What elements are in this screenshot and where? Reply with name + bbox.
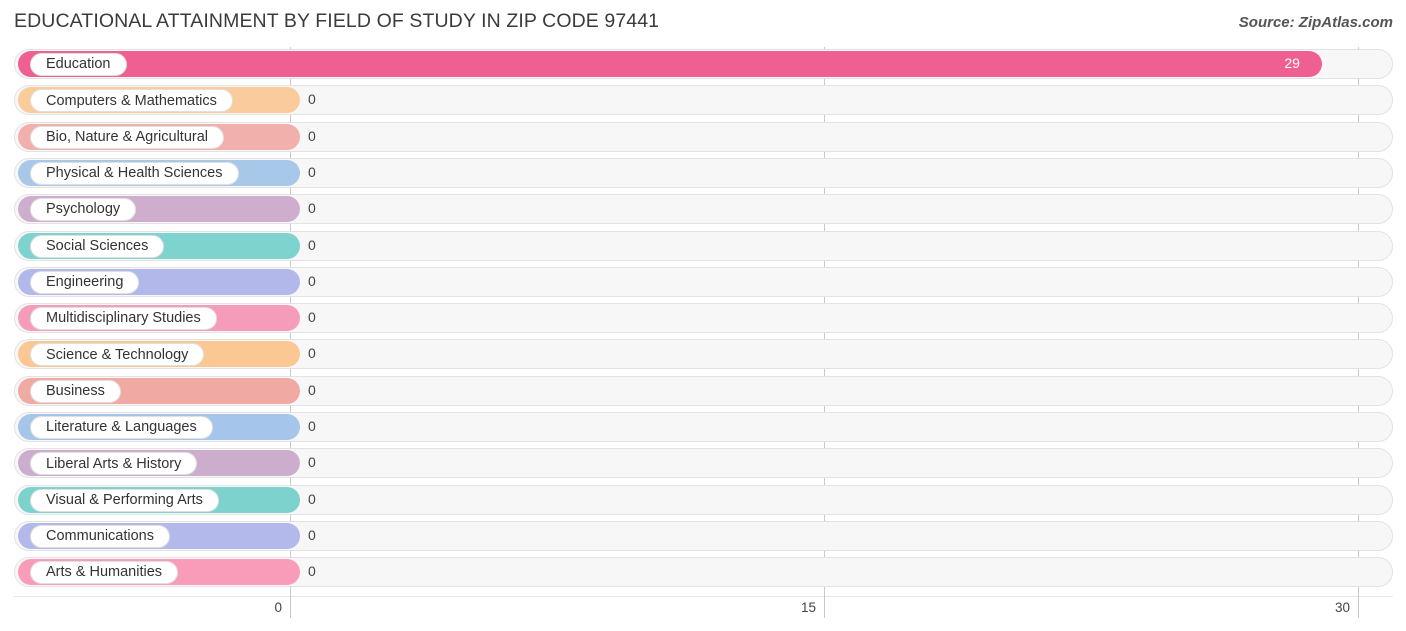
table-row: Communications 0 bbox=[0, 519, 1406, 555]
bar-value: 0 bbox=[308, 418, 316, 434]
bar-label-text: Bio, Nature & Agricultural bbox=[46, 128, 208, 145]
table-row: Bio, Nature & Agricultural 0 bbox=[0, 120, 1406, 156]
table-row: Visual & Performing Arts 0 bbox=[0, 483, 1406, 519]
table-row: Business 0 bbox=[0, 374, 1406, 410]
axis-tick-label: 0 bbox=[274, 600, 282, 615]
bar-label: Education bbox=[30, 53, 127, 76]
axis-tick-label: 15 bbox=[800, 600, 816, 615]
table-row: Liberal Arts & History 0 bbox=[0, 446, 1406, 482]
table-row: Computers & Mathematics 0 bbox=[0, 83, 1406, 119]
bar-label: Psychology bbox=[30, 198, 137, 222]
table-row: Engineering 0 bbox=[0, 265, 1406, 301]
bar-label: Liberal Arts & History bbox=[30, 452, 198, 476]
plot-area: Education 29 Computers & Mathematics 0 Bio, … bbox=[0, 47, 1406, 596]
bar-value: 0 bbox=[308, 127, 316, 144]
table-row: Education 29 bbox=[0, 47, 1406, 83]
bar bbox=[18, 51, 1323, 77]
bar-label: Physical & Health Sciences bbox=[30, 161, 239, 185]
axis-tick-mark bbox=[1358, 596, 1359, 618]
chart-page: EDUCATIONAL ATTAINMENT BY FIELD OF STUDY… bbox=[0, 0, 1406, 631]
table-row: Physical & Health Sciences 0 bbox=[0, 156, 1406, 192]
bar-label: Literature & Languages bbox=[30, 416, 213, 439]
bar-label-text: Social Sciences bbox=[46, 237, 149, 254]
table-row: Multidisciplinary Studies 0 bbox=[0, 301, 1406, 337]
axis-tick-mark bbox=[290, 596, 291, 618]
x-axis: 0 15 30 bbox=[0, 596, 1406, 631]
bar-label: Visual & Performing Arts bbox=[30, 488, 219, 512]
bar-value: 0 bbox=[308, 200, 316, 217]
page-title: EDUCATIONAL ATTAINMENT BY FIELD OF STUDY… bbox=[14, 10, 660, 32]
bar-label: Social Sciences bbox=[30, 234, 165, 258]
bar-label-text: Arts & Humanities bbox=[46, 564, 163, 581]
bar-label-text: Psychology bbox=[46, 201, 121, 218]
bar-label: Business bbox=[30, 379, 121, 403]
bar-value: 0 bbox=[308, 490, 316, 507]
bar-label-text: Multidisciplinary Studies bbox=[46, 310, 201, 327]
table-row: Psychology 0 bbox=[0, 192, 1406, 228]
bar-value: 29 bbox=[1284, 55, 1300, 71]
bar-value: 0 bbox=[308, 91, 316, 108]
bar-label: Communications bbox=[30, 524, 170, 548]
bar-value: 0 bbox=[308, 272, 316, 289]
axis-tick-mark bbox=[824, 596, 825, 618]
source-attribution: Source: ZipAtlas.com bbox=[1238, 14, 1393, 31]
axis-separator bbox=[14, 596, 1393, 597]
bar-label-text: Science & Technology bbox=[46, 346, 189, 363]
table-row: Science & Technology 0 bbox=[0, 337, 1406, 373]
bar-label-text: Physical & Health Sciences bbox=[46, 165, 223, 182]
bar-label: Engineering bbox=[30, 270, 140, 294]
bar-value: 0 bbox=[308, 345, 316, 362]
bar-value: 0 bbox=[308, 309, 316, 326]
bar-label-text: Literature & Languages bbox=[46, 419, 197, 436]
bar-label: Science & Technology bbox=[30, 343, 205, 367]
bar-label: Bio, Nature & Agricultural bbox=[30, 125, 224, 149]
bar-label-text: Communications bbox=[46, 528, 154, 545]
table-row: Arts & Humanities 0 bbox=[0, 555, 1406, 591]
bar-label: Multidisciplinary Studies bbox=[30, 307, 217, 331]
bar-label-text: Liberal Arts & History bbox=[46, 455, 182, 472]
table-row: Social Sciences 0 bbox=[0, 229, 1406, 265]
axis-tick-label: 30 bbox=[1334, 600, 1350, 615]
bar-value: 0 bbox=[308, 526, 316, 543]
bar-label-text: Computers & Mathematics bbox=[46, 92, 217, 109]
table-row: Literature & Languages 0 bbox=[0, 410, 1406, 446]
bar-label: Arts & Humanities bbox=[30, 561, 179, 585]
bar-value: 0 bbox=[308, 381, 316, 398]
bar-value: 0 bbox=[308, 454, 316, 471]
bar-label-text: Business bbox=[46, 382, 105, 399]
bar-label-text: Engineering bbox=[46, 274, 124, 291]
bar-label-text: Visual & Performing Arts bbox=[46, 491, 203, 508]
bar-value: 0 bbox=[308, 563, 316, 580]
bar-value: 0 bbox=[308, 163, 316, 180]
bar-label-text: Education bbox=[46, 56, 111, 73]
bar-value: 0 bbox=[308, 236, 316, 253]
bar-label: Computers & Mathematics bbox=[30, 89, 233, 113]
